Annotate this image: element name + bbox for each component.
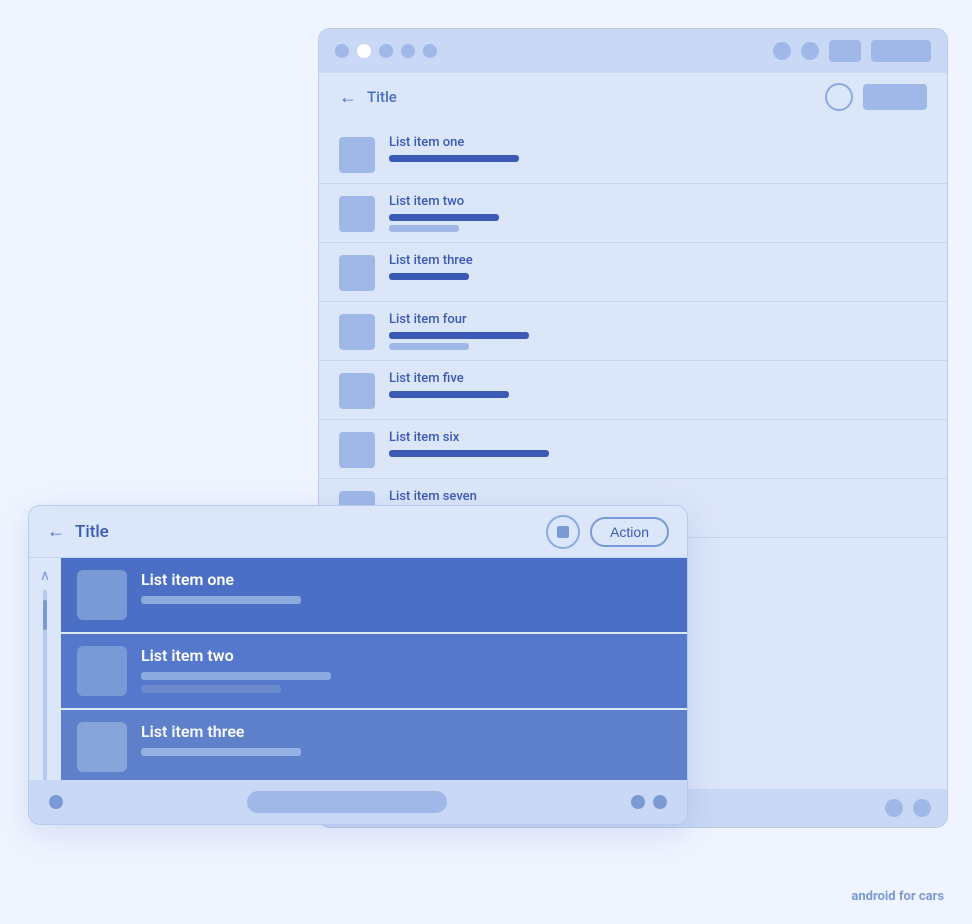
back-list: List item one List item two List item th…: [319, 121, 947, 542]
brand-suffix: for cars: [896, 889, 944, 904]
os-title-bar: [319, 29, 947, 73]
bottom-dot-group: [49, 795, 63, 809]
list-item-bar-primary: [389, 155, 519, 162]
list-item-title: List item six: [389, 430, 927, 445]
front-list-content: List item one: [141, 570, 671, 609]
front-list-title: List item three: [141, 722, 671, 741]
list-item-content: List item one: [389, 135, 927, 166]
bottom-dots-right: [631, 795, 667, 809]
front-list-content: List item two: [141, 646, 671, 693]
list-item[interactable]: List item one: [319, 125, 947, 184]
front-sq-button[interactable]: [546, 515, 580, 549]
dot-4: [401, 44, 415, 58]
list-item-title: List item one: [389, 135, 927, 150]
list-item-title: List item four: [389, 312, 927, 327]
tb-sq-btn[interactable]: [829, 40, 861, 62]
list-item-bar-primary: [389, 450, 549, 457]
list-item-thumbnail: [339, 137, 375, 173]
list-item-title: List item three: [389, 253, 927, 268]
list-item-bar-primary: [389, 332, 529, 339]
list-item-thumbnail: [339, 314, 375, 350]
front-window: ← Title Action ∧ ∨ List item one: [28, 505, 688, 825]
list-item-title: List item two: [389, 194, 927, 209]
back-ab-sq-btn[interactable]: [825, 83, 853, 111]
action-button[interactable]: Action: [590, 517, 669, 547]
list-item-content: List item two: [389, 194, 927, 232]
list-item-content: List item three: [389, 253, 927, 284]
list-item-bar-secondary: [389, 343, 469, 350]
list-item-content: List item six: [389, 430, 927, 461]
dot-2: [357, 44, 371, 58]
brand-label: android for cars: [851, 889, 944, 904]
front-back-arrow-icon[interactable]: ←: [47, 521, 65, 542]
list-item[interactable]: List item three: [319, 243, 947, 302]
list-item[interactable]: List item four: [319, 302, 947, 361]
front-list-item[interactable]: List item three: [61, 710, 687, 786]
front-bottom-bar: [29, 780, 687, 824]
front-list-thumbnail: [77, 570, 127, 620]
list-item-title: List item five: [389, 371, 927, 386]
front-list-title: List item two: [141, 646, 671, 665]
scroll-thumb: [43, 600, 47, 630]
front-list-bar-primary: [141, 748, 301, 756]
title-bar-dots: [335, 44, 437, 58]
back-app-bar-right: [825, 83, 927, 111]
back-app-bar: ← Title: [319, 73, 947, 121]
dot-5: [423, 44, 437, 58]
list-item-thumbnail: [339, 432, 375, 468]
list-item[interactable]: List item two: [319, 184, 947, 243]
back-app-title: Title: [367, 88, 397, 106]
list-item-thumbnail: [339, 196, 375, 232]
list-item-bar-primary: [389, 214, 499, 221]
front-list-bar-secondary: [141, 685, 281, 693]
front-list-item[interactable]: List item one: [61, 558, 687, 634]
list-item[interactable]: List item six: [319, 420, 947, 479]
front-list-item[interactable]: List item two: [61, 634, 687, 710]
title-bar-right: [773, 40, 931, 62]
tb-dot-right-1: [773, 42, 791, 60]
back-arrow-icon[interactable]: ←: [339, 87, 357, 108]
front-list-bar-primary: [141, 672, 331, 680]
list-item-thumbnail: [339, 255, 375, 291]
bottom-dot-right-1: [631, 795, 645, 809]
front-app-bar: ← Title Action: [29, 506, 687, 558]
bb-back-dot-1: [885, 799, 903, 817]
front-sq-icon: [557, 526, 569, 538]
tb-dot-right-2: [801, 42, 819, 60]
list-item[interactable]: List item five: [319, 361, 947, 420]
list-item-content: List item four: [389, 312, 927, 350]
front-list-thumbnail: [77, 722, 127, 772]
front-app-bar-right: Action: [546, 515, 669, 549]
bb-back-dot-2: [913, 799, 931, 817]
dot-1: [335, 44, 349, 58]
scroll-track: [43, 590, 47, 792]
dot-3: [379, 44, 393, 58]
scroll-up-icon[interactable]: ∧: [40, 568, 50, 584]
back-ab-rect-btn[interactable]: [863, 84, 927, 110]
bottom-dot-right-2: [653, 795, 667, 809]
front-list-content: List item three: [141, 722, 671, 761]
tb-rect-btn[interactable]: [871, 40, 931, 62]
bottom-pill: [247, 791, 447, 813]
list-item-bar-primary: [389, 391, 509, 398]
list-item-thumbnail: [339, 373, 375, 409]
list-item-title: List item seven: [389, 489, 927, 504]
front-app-title: Title: [75, 522, 109, 542]
front-list-thumbnail: [77, 646, 127, 696]
bottom-dot-1: [49, 795, 63, 809]
list-item-bar-primary: [389, 273, 469, 280]
list-item-bar-secondary: [389, 225, 459, 232]
brand-name: android: [851, 889, 895, 904]
front-list-title: List item one: [141, 570, 671, 589]
front-list-bar-primary: [141, 596, 301, 604]
list-item-content: List item five: [389, 371, 927, 402]
